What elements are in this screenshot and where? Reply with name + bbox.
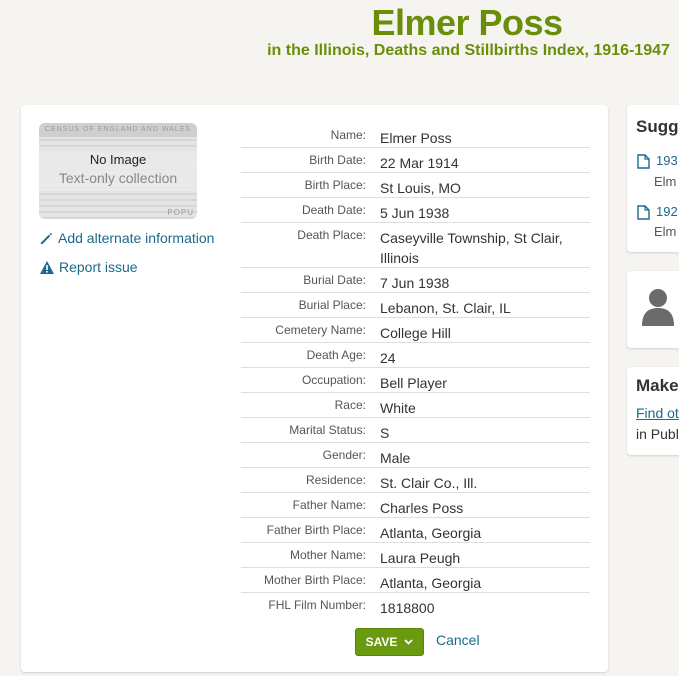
field-value: 24 [380, 350, 396, 366]
field-row-cemetery-name: Cemetery Name: College Hill [241, 323, 590, 343]
field-row-father-birth-place: Father Birth Place: Atlanta, Georgia [241, 523, 590, 543]
pencil-icon [40, 232, 53, 244]
field-label: Mother Name: [289, 548, 366, 562]
no-image-label: No Image [89, 152, 147, 167]
field-row-birth-date: Birth Date: 22 Mar 1914 [241, 153, 590, 173]
field-value: 1818800 [380, 600, 435, 616]
warning-icon [40, 260, 54, 274]
save-button[interactable]: SAVE [355, 628, 424, 656]
record-title: Elmer Poss [371, 2, 563, 43]
suggested-record-link[interactable]: 192 [656, 204, 678, 219]
field-label: Death Place: [297, 228, 366, 242]
field-value: Atlanta, Georgia [380, 575, 482, 591]
field-label: Race: [334, 398, 366, 412]
document-icon [637, 154, 650, 169]
field-row-fhl-film-number: FHL Film Number: 1818800 [241, 598, 590, 617]
record-image-thumbnail[interactable]: CENSUS OF ENGLAND AND WALES No Image Tex… [39, 123, 197, 219]
field-label: FHL Film Number: [268, 598, 366, 612]
field-row-death-date: Death Date: 5 Jun 1938 [241, 203, 590, 223]
field-row-mother-name: Mother Name: Laura Peugh [241, 548, 590, 568]
make-connection-card: Make Find ot in Publ [627, 367, 679, 455]
field-label: Birth Date: [309, 153, 366, 167]
field-label: Death Date: [301, 203, 366, 217]
field-row-birth-place: Birth Place: St Louis, MO [241, 178, 590, 198]
thumbnail-band-text: CENSUS OF ENGLAND AND WALES [39, 123, 197, 137]
field-value: 7 Jun 1938 [380, 275, 450, 291]
field-label: Marital Status: [289, 423, 366, 437]
field-label: Burial Place: [298, 298, 366, 312]
field-label: Name: [330, 128, 366, 142]
field-label: Death Age: [306, 348, 366, 362]
field-value: College Hill [380, 325, 451, 341]
field-row-father-name: Father Name: Charles Poss [241, 498, 590, 518]
field-label: Father Name: [292, 498, 366, 512]
field-label: Residence: [305, 473, 366, 487]
attach-person-card [627, 271, 679, 348]
field-value: Charles Poss [380, 500, 464, 516]
field-row-burial-place: Burial Place: Lebanon, St. Clair, IL [241, 298, 590, 318]
person-silhouette-icon [642, 289, 674, 326]
field-row-race: Race: White [241, 398, 590, 418]
field-value: Caseyville Township, St Clair, Illinois [380, 230, 563, 266]
field-row-marital-status: Marital Status: S [241, 423, 590, 443]
chevron-down-icon [404, 639, 414, 645]
suggested-records-card: Sugge 193 Elm 192 Elm [627, 105, 679, 252]
thumbnail-corner-text: POPU [167, 208, 194, 217]
field-row-mother-birth-place: Mother Birth Place: Atlanta, Georgia [241, 573, 590, 593]
suggested-record-name: Elm [654, 174, 677, 189]
field-value: 5 Jun 1938 [380, 205, 450, 221]
field-label: Occupation: [301, 373, 366, 387]
report-issue-link[interactable]: Report issue [39, 258, 138, 276]
field-value: Male [380, 450, 411, 466]
add-alternate-info-label: Add alternate information [58, 230, 215, 246]
field-label: Cemetery Name: [275, 323, 366, 337]
field-value: St. Clair Co., Ill. [380, 475, 478, 491]
field-value: Atlanta, Georgia [380, 525, 482, 541]
record-collection-subtitle: in the Illinois, Deaths and Stillbirths … [267, 42, 670, 59]
text-only-label: Text-only collection [58, 170, 178, 186]
record-card: CENSUS OF ENGLAND AND WALES No Image Tex… [21, 105, 608, 672]
field-row-occupation: Occupation: Bell Player [241, 373, 590, 393]
field-row-gender: Gender: Male [241, 448, 590, 468]
make-card-text: in Publ [636, 426, 679, 442]
field-row-burial-date: Burial Date: 7 Jun 1938 [241, 273, 590, 293]
field-value: Lebanon, St. Clair, IL [380, 300, 511, 316]
field-value: Laura Peugh [380, 550, 461, 566]
cancel-link[interactable]: Cancel [436, 632, 480, 648]
suggested-record-name: Elm [654, 224, 677, 239]
find-others-link[interactable]: Find ot [636, 405, 679, 421]
field-value: St Louis, MO [380, 180, 461, 196]
suggested-records-title: Sugge [636, 117, 679, 136]
field-value: 22 Mar 1914 [380, 155, 459, 171]
field-value: Bell Player [380, 375, 447, 391]
field-label: Mother Birth Place: [263, 573, 366, 587]
document-icon [637, 205, 650, 220]
field-value: S [380, 425, 390, 441]
field-row-death-age: Death Age: 24 [241, 348, 590, 368]
field-value: Elmer Poss [380, 130, 452, 146]
add-alternate-info-link[interactable]: Add alternate information [39, 229, 214, 247]
suggested-record-link[interactable]: 193 [656, 153, 678, 168]
field-label: Gender: [322, 448, 366, 462]
report-issue-label: Report issue [59, 259, 138, 275]
save-button-label: SAVE [365, 635, 398, 649]
field-row-name: Name: Elmer Poss [241, 128, 590, 148]
field-row-death-place: Death Place: Caseyville Township, St Cla… [241, 228, 590, 268]
field-label: Burial Date: [303, 273, 366, 287]
field-row-residence: Residence: St. Clair Co., Ill. [241, 473, 590, 493]
field-label: Father Birth Place: [266, 523, 366, 537]
make-card-title: Make [636, 376, 679, 395]
field-value: White [380, 400, 416, 416]
field-label: Birth Place: [304, 178, 366, 192]
